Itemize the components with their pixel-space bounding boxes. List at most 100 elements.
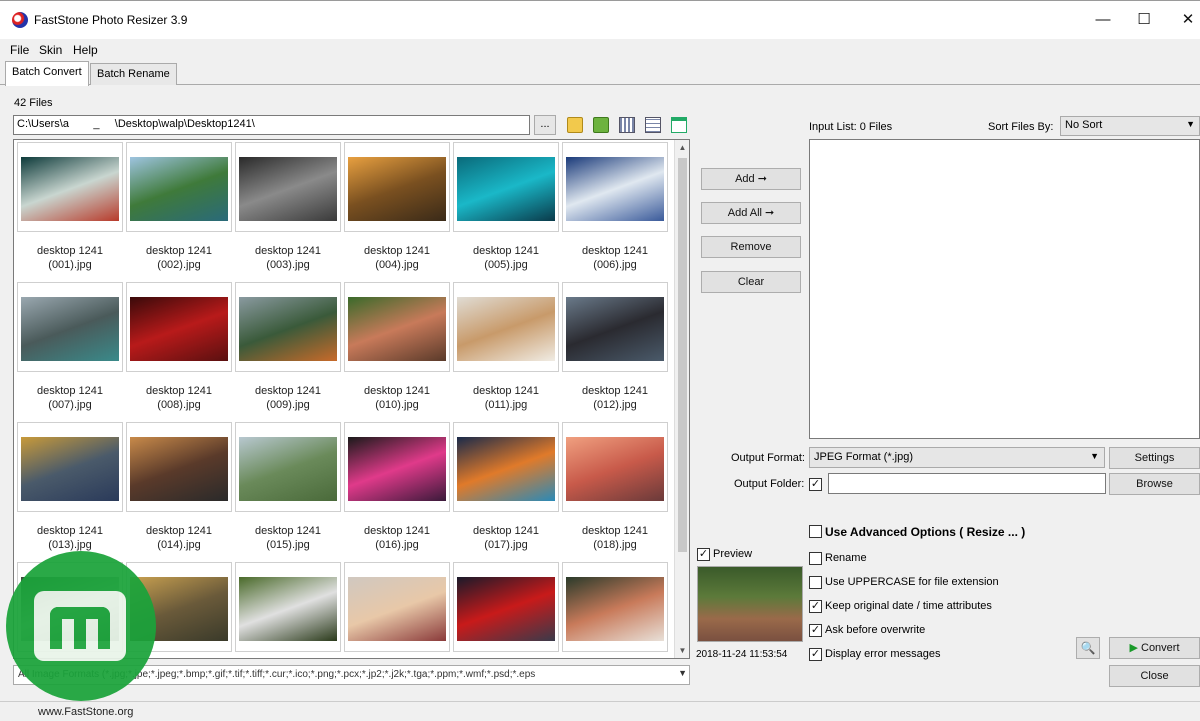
thumbnail-frame xyxy=(344,422,450,512)
thumbnail-caption-name: desktop 1241 xyxy=(581,385,649,397)
minimize-button[interactable]: — xyxy=(1080,7,1126,33)
option-checkbox[interactable]: ✓ xyxy=(809,600,822,613)
folder-path-input[interactable]: C:\Users\a _ \Desktop\walp\Desktop1241\ xyxy=(13,115,530,135)
preview-zoom-button[interactable]: 🔍 xyxy=(1076,637,1100,659)
thumbnail-caption-name: desktop 1241 xyxy=(254,385,322,397)
menu-help[interactable]: Help xyxy=(73,43,98,57)
thumbnail-image xyxy=(130,157,228,221)
thumbnail-item[interactable]: desktop 1241 (010).jpg xyxy=(342,280,450,416)
preview-label: Preview xyxy=(713,548,753,560)
preview-image xyxy=(697,566,803,642)
thumbnail-item[interactable] xyxy=(451,560,559,658)
thumbnail-item[interactable] xyxy=(560,560,668,658)
output-format-value: JPEG Format (*.jpg) xyxy=(814,451,914,463)
scroll-thumb[interactable] xyxy=(678,158,687,552)
output-folder-checkbox[interactable]: ✓ xyxy=(809,478,822,491)
thumbnail-caption-file: (014).jpg xyxy=(157,539,201,551)
thumbnail-image xyxy=(348,297,446,361)
thumbnail-item[interactable]: desktop 1241 (018).jpg xyxy=(560,420,668,556)
list-view-icon[interactable] xyxy=(671,117,687,133)
thumbnail-frame xyxy=(453,422,559,512)
thumbnail-caption-name: desktop 1241 xyxy=(472,385,540,397)
input-file-list[interactable] xyxy=(809,139,1200,439)
maximize-button[interactable]: ☐ xyxy=(1121,7,1167,33)
thumbnail-item[interactable]: desktop 1241 (007).jpg xyxy=(15,280,123,416)
thumbnail-caption: desktop 1241 (004).jpg xyxy=(342,244,452,272)
thumbnail-image xyxy=(239,157,337,221)
thumbnail-caption-file: (018).jpg xyxy=(593,539,637,551)
details-view-icon[interactable] xyxy=(645,117,661,133)
thumbnail-item[interactable]: desktop 1241 (003).jpg xyxy=(233,140,341,276)
output-format-select[interactable]: JPEG Format (*.jpg) ▼ xyxy=(809,447,1105,468)
thumbnail-item[interactable]: desktop 1241 (008).jpg xyxy=(124,280,232,416)
thumbnail-caption-file: (005).jpg xyxy=(484,259,528,271)
browse-folder-button[interactable]: ... xyxy=(534,115,556,135)
thumbnail-item[interactable]: desktop 1241 (013).jpg xyxy=(15,420,123,556)
thumbnail-frame xyxy=(17,142,123,232)
preview-checkbox[interactable]: ✓ xyxy=(697,548,710,561)
thumbnail-item[interactable]: desktop 1241 (017).jpg xyxy=(451,420,559,556)
menu-file[interactable]: File xyxy=(10,43,29,57)
add-all-button[interactable]: Add All ➞ xyxy=(701,202,801,224)
thumbnail-item[interactable]: desktop 1241 (016).jpg xyxy=(342,420,450,556)
output-format-label: Output Format: xyxy=(731,452,805,464)
thumbnail-caption-name: desktop 1241 xyxy=(36,385,104,397)
thumbnail-scrollbar[interactable]: ▲ ▼ xyxy=(674,140,689,658)
clear-button[interactable]: Clear xyxy=(701,271,801,293)
thumbnail-caption-file: (017).jpg xyxy=(484,539,528,551)
output-folder-input[interactable] xyxy=(828,473,1106,494)
option-checkbox[interactable] xyxy=(809,552,822,565)
folder-favorite-icon[interactable] xyxy=(593,117,609,133)
thumbnail-caption-name: desktop 1241 xyxy=(145,525,213,537)
thumbnail-image xyxy=(566,157,664,221)
thumbnail-item[interactable]: desktop 1241 (004).jpg xyxy=(342,140,450,276)
thumbnail-view-icon[interactable] xyxy=(619,117,635,133)
thumbnail-image xyxy=(348,157,446,221)
thumbnail-frame xyxy=(562,282,668,372)
thumbnail-caption-file: (008).jpg xyxy=(157,399,201,411)
website-link[interactable]: www.FastStone.org xyxy=(38,706,133,718)
sort-select[interactable]: No Sort ▼ xyxy=(1060,116,1200,136)
thumbnail-item[interactable] xyxy=(342,560,450,658)
thumbnail-item[interactable]: desktop 1241 (002).jpg xyxy=(124,140,232,276)
thumbnail-item[interactable]: desktop 1241 (012).jpg xyxy=(560,280,668,416)
browse-button[interactable]: Browse xyxy=(1109,473,1200,495)
convert-button[interactable]: ▶ Convert xyxy=(1109,637,1200,659)
option-label: Use Advanced Options ( Resize ... ) xyxy=(825,525,1026,539)
thumbnail-item[interactable]: desktop 1241 (015).jpg xyxy=(233,420,341,556)
folder-up-icon[interactable] xyxy=(567,117,583,133)
thumbnail-frame xyxy=(235,562,341,652)
scroll-up-icon[interactable]: ▲ xyxy=(675,140,689,155)
add-button[interactable]: Add ➞ xyxy=(701,168,801,190)
magnifier-icon: 🔍 xyxy=(1080,641,1096,655)
scroll-down-icon[interactable]: ▼ xyxy=(675,643,689,658)
thumbnail-item[interactable]: desktop 1241 (006).jpg xyxy=(560,140,668,276)
menu-skin[interactable]: Skin xyxy=(39,43,62,57)
option-label: Rename xyxy=(825,552,867,564)
thumbnail-frame xyxy=(562,562,668,652)
tab-batch-rename[interactable]: Batch Rename xyxy=(90,63,177,85)
thumbnail-caption-name: desktop 1241 xyxy=(36,525,104,537)
close-button[interactable]: Close xyxy=(1109,665,1200,687)
thumbnail-frame xyxy=(453,142,559,232)
remove-button[interactable]: Remove xyxy=(701,236,801,258)
thumbnail-frame xyxy=(126,142,232,232)
close-window-button[interactable]: ✕ xyxy=(1165,7,1200,33)
tab-batch-convert[interactable]: Batch Convert xyxy=(5,61,89,86)
thumbnail-item[interactable]: desktop 1241 (005).jpg xyxy=(451,140,559,276)
thumbnail-caption: desktop 1241 (001).jpg xyxy=(15,244,125,272)
thumbnail-frame xyxy=(344,282,450,372)
settings-button[interactable]: Settings xyxy=(1109,447,1200,469)
option-checkbox[interactable] xyxy=(809,576,822,589)
thumbnail-item[interactable]: desktop 1241 (009).jpg xyxy=(233,280,341,416)
output-folder-label: Output Folder: xyxy=(734,478,805,490)
option-checkbox[interactable]: ✓ xyxy=(809,648,822,661)
option-checkbox[interactable]: ✓ xyxy=(809,624,822,637)
thumbnail-caption-file: (003).jpg xyxy=(266,259,310,271)
thumbnail-item[interactable]: desktop 1241 (001).jpg xyxy=(15,140,123,276)
thumbnail-item[interactable]: desktop 1241 (014).jpg xyxy=(124,420,232,556)
thumbnail-item[interactable]: desktop 1241 (011).jpg xyxy=(451,280,559,416)
thumbnail-item[interactable] xyxy=(233,560,341,658)
thumbnail-image xyxy=(457,437,555,501)
option-checkbox[interactable] xyxy=(809,525,822,538)
